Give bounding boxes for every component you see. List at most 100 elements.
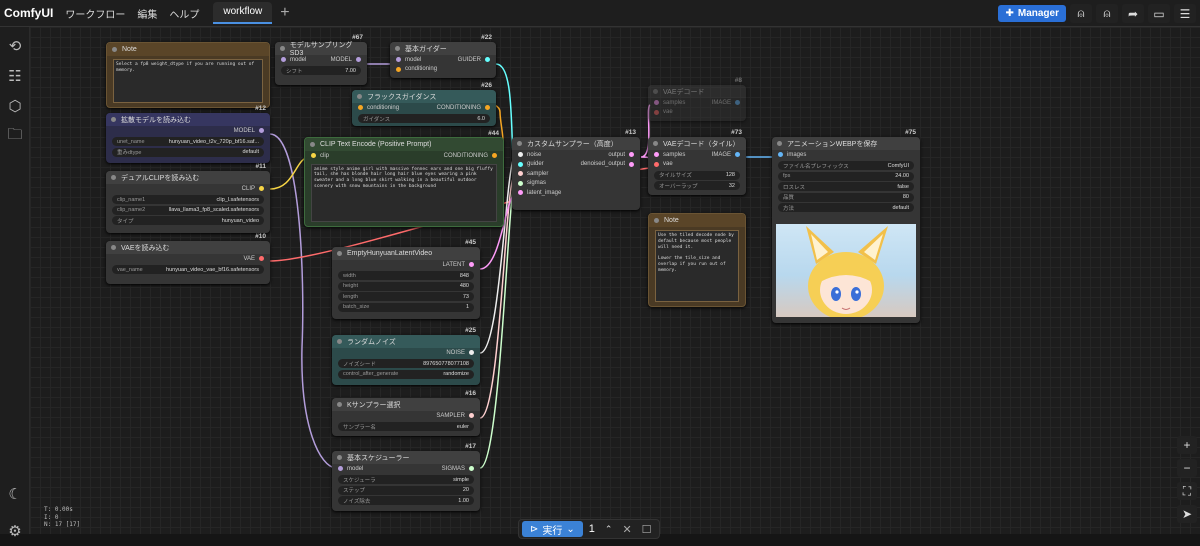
- shift-widget[interactable]: シフト 7.00: [281, 66, 361, 75]
- node-canvas[interactable]: Note Select a fp8 weight_dtype if you ar…: [30, 27, 1200, 534]
- folder-icon[interactable]: 🗀: [0, 121, 30, 151]
- vae-decode-tiled-node[interactable]: #73 VAEデコード（タイル） samples IMAGE vae タイルサイズ…: [648, 129, 746, 195]
- ksampler-select-node[interactable]: #16 Kサンプラー選択 SAMPLER サンプラー名 euler: [332, 390, 480, 436]
- vae-name-widget[interactable]: vae_name hunyuan_video_vae_bf16.safetenso…: [112, 265, 264, 274]
- settings-icon[interactable]: ⚙: [0, 516, 30, 546]
- output-dot[interactable]: [629, 152, 634, 158]
- output-dot[interactable]: [259, 186, 264, 192]
- input-dot[interactable]: [281, 57, 286, 63]
- batch-size-widget[interactable]: batch_size 1: [338, 302, 474, 312]
- denoise-widget[interactable]: ノイズ除去 1.00: [338, 496, 474, 505]
- steps-widget[interactable]: ステップ 20: [338, 485, 474, 495]
- output-dot[interactable]: [735, 100, 740, 106]
- input-dot[interactable]: [518, 171, 523, 177]
- prompt-textarea[interactable]: anime style anime girl with massive fenn…: [311, 163, 497, 222]
- tab-workflow[interactable]: workflow: [213, 2, 273, 24]
- model-sampling-node[interactable]: #67 モデルサンプリングSD3 model MODEL シフト 7.00: [275, 34, 367, 85]
- input-dot[interactable]: [396, 57, 401, 63]
- custom-sampler-node[interactable]: #13 カスタムサンプラー（高度） noise output guider deno…: [512, 129, 640, 210]
- input-dot[interactable]: [518, 152, 523, 158]
- output-dot[interactable]: [469, 262, 474, 268]
- unet-name-widget[interactable]: unet_name hunyuan_video_t2v_720p_bf16.saf…: [112, 137, 264, 146]
- input-dot[interactable]: [654, 100, 659, 106]
- basic-scheduler-node[interactable]: #17 基本スケジューラー model SIGMAS スケジューラ simple ス…: [332, 443, 480, 511]
- vae-loader-node[interactable]: #10 VAEを読み込む VAE vae_name hunyuan_video_v…: [106, 233, 270, 284]
- input-dot[interactable]: [654, 109, 659, 115]
- input-dot[interactable]: [358, 105, 363, 111]
- bottom-panel-icon[interactable]: ▭: [1148, 4, 1170, 23]
- add-tab-button[interactable]: +: [272, 4, 297, 22]
- input-dot[interactable]: [518, 190, 523, 196]
- manager-button[interactable]: ✚ Manager: [998, 5, 1066, 22]
- width-widget[interactable]: width 848: [338, 271, 474, 280]
- select-mode-icon[interactable]: ➤: [1177, 505, 1197, 523]
- diffusion-loader-node[interactable]: #12 拡散モデルを読み込む MODEL unet_name hunyuan_vi…: [106, 105, 270, 163]
- sampler-name-widget[interactable]: サンプラー名 euler: [338, 422, 474, 431]
- output-dot[interactable]: [259, 256, 264, 262]
- output-dot[interactable]: [629, 161, 634, 167]
- input-dot[interactable]: [518, 161, 523, 167]
- clip-name1-widget[interactable]: clip_name1 clip_l.safetensors: [112, 195, 264, 204]
- output-dot[interactable]: [356, 57, 361, 63]
- menu-workflow[interactable]: ワークフロー: [59, 6, 131, 21]
- quality-widget[interactable]: 品質 80: [778, 192, 914, 202]
- output-dot[interactable]: [469, 466, 474, 472]
- fps-widget[interactable]: fps 24.00: [778, 171, 914, 181]
- note-text[interactable]: Use the tiled decode node by default bec…: [655, 230, 739, 302]
- guidance-widget[interactable]: ガイダンス 6.0: [358, 114, 490, 123]
- random-noise-node[interactable]: #25 ランダムノイズ NOISE ノイズシード 897650778077108 …: [332, 327, 480, 385]
- input-dot[interactable]: [311, 153, 316, 159]
- menu-edit[interactable]: 編集: [131, 6, 163, 21]
- output-dot[interactable]: [485, 105, 490, 111]
- length-widget[interactable]: length 73: [338, 292, 474, 301]
- node-library-icon[interactable]: ⍝: [1096, 4, 1118, 23]
- output-dot[interactable]: [485, 57, 490, 63]
- share-icon[interactable]: ➦: [1122, 4, 1144, 23]
- overlap-widget[interactable]: オーバーラップ 32: [654, 181, 740, 190]
- run-button[interactable]: ⊳ 実行 ⌄: [522, 521, 583, 537]
- note-text[interactable]: Select a fp8 weight_dtype if you are run…: [113, 59, 263, 103]
- zoom-out-icon[interactable]: −: [1177, 459, 1197, 477]
- theme-toggle-icon[interactable]: ☾: [0, 479, 30, 509]
- output-dot[interactable]: [492, 153, 497, 159]
- vae-decode-node[interactable]: #8 VAEデコード samples IMAGE vae: [648, 77, 746, 121]
- empty-latent-node[interactable]: #45 EmptyHunyuanLatentVideo LATENT width…: [332, 239, 480, 319]
- clip-name2-widget[interactable]: clip_name2 llava_llama3_fp8_scaled.safete…: [112, 205, 264, 215]
- focus-mode-icon[interactable]: ☰: [1174, 4, 1196, 23]
- save-webp-node[interactable]: #75 アニメーションWEBPを保存 images ファイル名プレフィックス Co…: [772, 129, 920, 323]
- output-dot[interactable]: [469, 350, 474, 356]
- basic-guider-node[interactable]: #22 基本ガイダー model GUIDER conditioning: [390, 34, 496, 78]
- input-dot[interactable]: [338, 466, 343, 472]
- cube-icon[interactable]: ⬡: [0, 91, 30, 121]
- queue-list-icon[interactable]: ☷: [0, 61, 30, 91]
- history-icon[interactable]: ⟲: [0, 31, 30, 61]
- type-widget[interactable]: タイプ hunyuan_video: [112, 216, 264, 225]
- input-dot[interactable]: [654, 161, 659, 167]
- note-node[interactable]: Note Select a fp8 weight_dtype if you ar…: [106, 42, 270, 108]
- control-after-generate-widget[interactable]: control_after_generate randomize: [338, 369, 474, 379]
- note-node-tiled[interactable]: Note Use the tiled decode node by defaul…: [648, 213, 746, 307]
- batch-count[interactable]: 1: [583, 523, 601, 535]
- tile-size-widget[interactable]: タイルサイズ 128: [654, 170, 740, 180]
- output-dot[interactable]: [259, 128, 264, 134]
- input-dot[interactable]: [778, 152, 783, 158]
- flux-guidance-node[interactable]: #26 フラックスガイダンス conditioning CONDITIONING …: [352, 82, 496, 126]
- clip-text-encode-node[interactable]: #44 CLIP Text Encode (Positive Prompt) c…: [304, 130, 504, 227]
- chevron-down-icon[interactable]: ⌄: [566, 524, 574, 535]
- height-widget[interactable]: height 480: [338, 281, 474, 291]
- input-dot[interactable]: [518, 180, 523, 186]
- method-widget[interactable]: 方法 default: [778, 203, 914, 212]
- noise-seed-widget[interactable]: ノイズシード 897650778077108: [338, 359, 474, 368]
- weight-dtype-widget[interactable]: 重みdtype default: [112, 147, 264, 157]
- input-dot[interactable]: [654, 152, 659, 158]
- dual-clip-node[interactable]: #11 デュアルCLIPを読み込む CLIP clip_name1 clip_l.…: [106, 163, 270, 233]
- scheduler-widget[interactable]: スケジューラ simple: [338, 475, 474, 484]
- output-dot[interactable]: [469, 413, 474, 419]
- output-dot[interactable]: [735, 152, 740, 158]
- filename-prefix-widget[interactable]: ファイル名プレフィックス ComfyUI: [778, 161, 914, 170]
- input-dot[interactable]: [396, 66, 401, 72]
- menu-help[interactable]: ヘルプ: [163, 6, 205, 21]
- lossless-widget[interactable]: ロスレス false: [778, 182, 914, 191]
- output-preview-image[interactable]: [776, 224, 916, 317]
- chevron-up-icon[interactable]: ⌃: [601, 524, 617, 535]
